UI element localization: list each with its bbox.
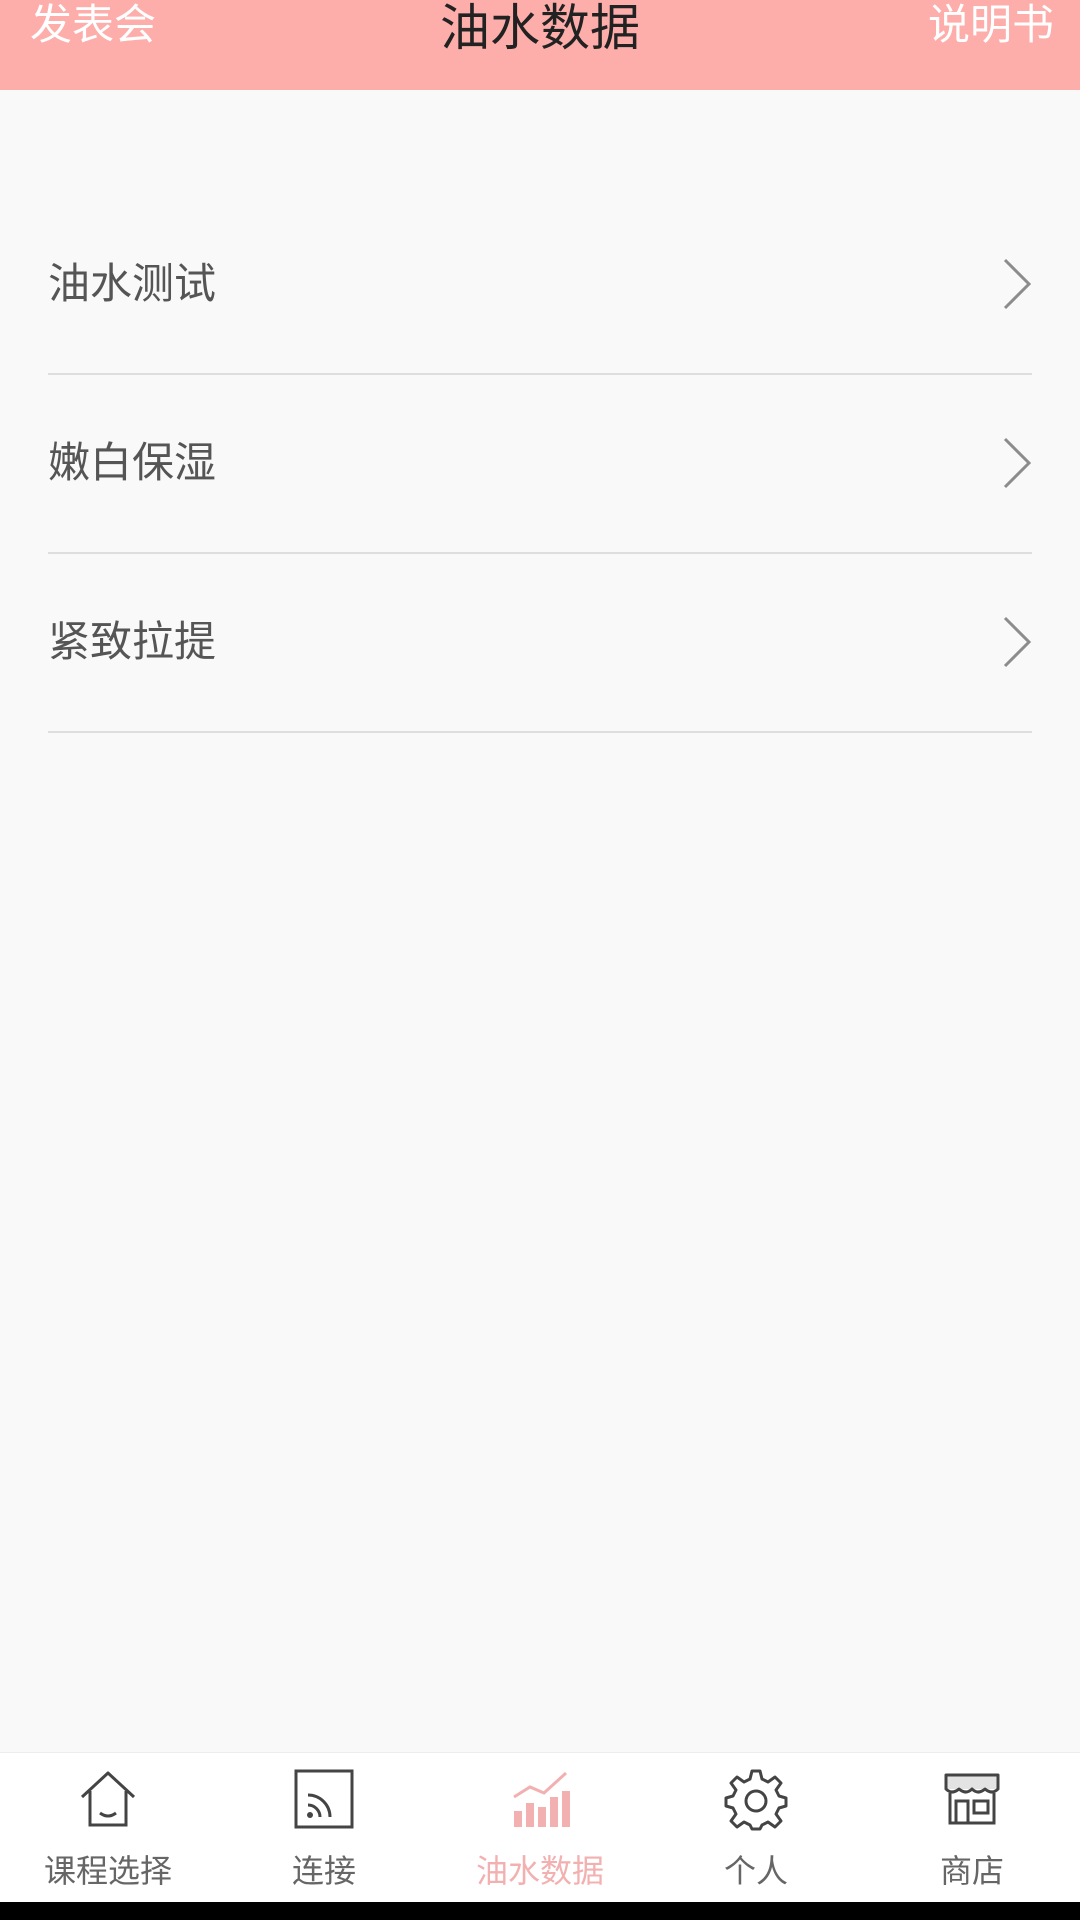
- app-screen: 发表会 油水数据 说明书 油水测试 嫩白保湿 紧致拉提 课程选择 连接 油水数据…: [0, 0, 1080, 1902]
- top-bar: 发表会 油水数据 说明书: [0, 0, 1080, 90]
- tab-course-selection[interactable]: 课程选择: [0, 1753, 216, 1902]
- menu-item-label: 紧致拉提: [48, 617, 217, 666]
- menu-item-firming-lifting[interactable]: 紧致拉提: [0, 554, 1080, 733]
- menu-item-whitening-moisturizing[interactable]: 嫩白保湿: [0, 375, 1080, 554]
- tab-personal[interactable]: 个人: [648, 1753, 864, 1902]
- tab-label: 商店: [939, 1852, 1004, 1890]
- manual-button[interactable]: 说明书: [928, 0, 1054, 50]
- home-icon: [80, 1771, 136, 1827]
- tab-label: 课程选择: [43, 1852, 172, 1890]
- chevron-right-icon: [1003, 437, 1032, 489]
- page-title: 油水数据: [440, 0, 640, 57]
- chart-icon: [513, 1771, 570, 1827]
- chevron-right-icon: [1003, 258, 1032, 310]
- tab-label: 个人: [723, 1852, 788, 1890]
- tab-oil-water-data[interactable]: 油水数据: [432, 1753, 648, 1902]
- menu-item-label: 嫩白保湿: [48, 438, 217, 487]
- menu-item-label: 油水测试: [48, 259, 217, 308]
- menu-item-oil-water-test[interactable]: 油水测试: [0, 196, 1080, 375]
- bottom-tab-bar: 课程选择 连接 油水数据 个人 商店: [0, 1752, 1080, 1902]
- chevron-right-icon: [1003, 616, 1032, 668]
- menu-list: 油水测试 嫩白保湿 紧致拉提: [0, 196, 1080, 733]
- divider: [48, 731, 1032, 733]
- tab-store[interactable]: 商店: [864, 1753, 1080, 1902]
- cast-icon: [294, 1769, 354, 1829]
- tab-label: 连接: [291, 1852, 356, 1890]
- store-icon: [944, 1773, 1000, 1825]
- tab-connect[interactable]: 连接: [216, 1753, 432, 1902]
- gear-icon: [724, 1769, 788, 1831]
- tab-label: 油水数据: [475, 1852, 604, 1890]
